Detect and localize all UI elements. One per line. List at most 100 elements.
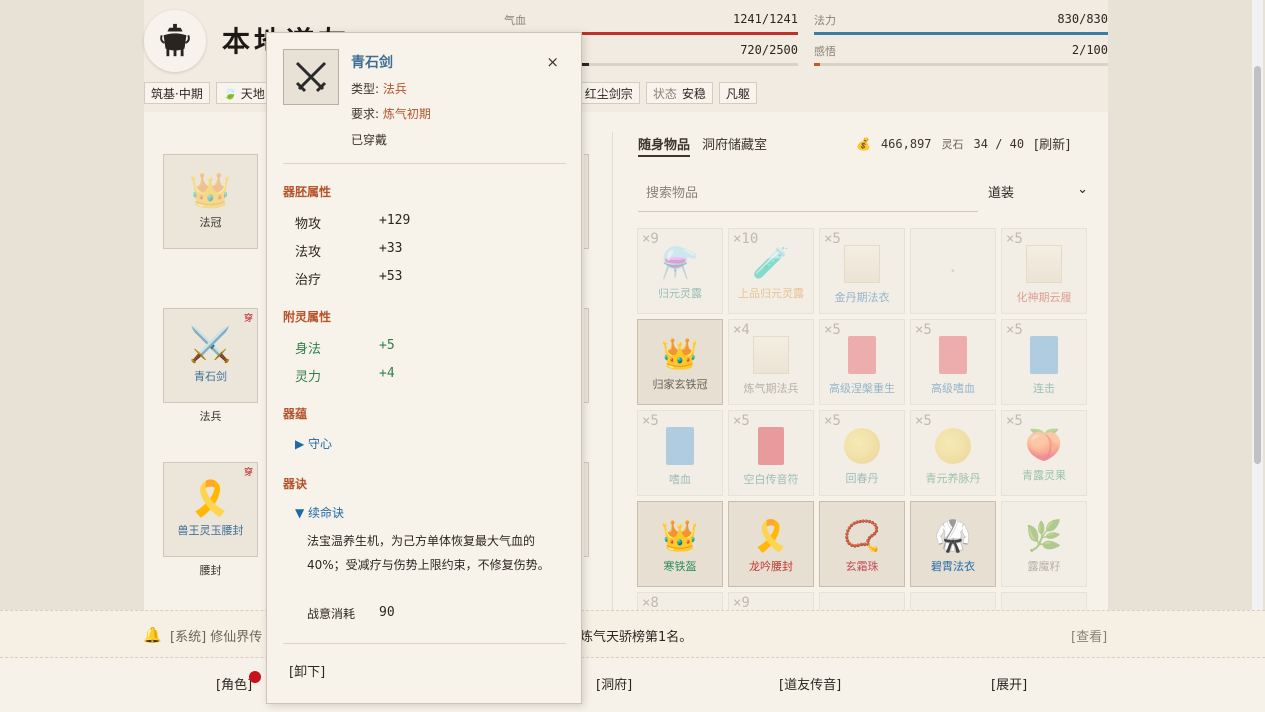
jue-collapse-toggle[interactable]: ▼ 续命诀 (295, 504, 344, 521)
ribbon-icon: 🎗️ (752, 519, 790, 554)
body-tag[interactable]: 凡躯 (718, 82, 757, 104)
worn-badge: 穿 (243, 468, 253, 478)
inventory-item[interactable]: 🥋 碧霄法衣 (910, 501, 996, 587)
tab-carry[interactable]: 随身物品 (638, 134, 691, 157)
hp-stat: 气血 1241/1241 (504, 12, 798, 28)
pill-icon (935, 428, 971, 464)
inventory-item[interactable]: ×5 化神期云履 (1001, 228, 1087, 314)
base-attr-title: 器胚属性 (283, 185, 332, 199)
equip-slot-crown[interactable]: 👑 法冠 (163, 154, 258, 249)
item-count: ×5 (824, 413, 841, 429)
realm-text: 筑基·中期 (151, 86, 203, 101)
tooltip-item-icon (283, 49, 339, 105)
equip-slot-edge[interactable] (584, 462, 589, 557)
nav-friends[interactable]: [道友传音] (779, 674, 841, 693)
cost-label: 战意消耗 (307, 607, 356, 621)
scroll-icon (1026, 245, 1062, 283)
inventory-item[interactable]: 🎗️ 龙吟腰封 (728, 501, 814, 587)
realm-tag[interactable]: 筑基·中期 (144, 82, 210, 104)
hp-value: 1241/1241 (732, 12, 798, 26)
inventory-item[interactable]: ×10 🧪 上品归元灵露 (728, 228, 814, 314)
cost-row: 战意消耗 90 (307, 605, 395, 622)
attr-row: 身法 +5 (295, 338, 395, 357)
inventory-item[interactable]: ×9 (728, 592, 814, 610)
item-name: 空白传音符 (743, 473, 799, 486)
attr-key: 灵力 (295, 370, 322, 385)
inventory-item[interactable]: ×5 空白传音符 (728, 410, 814, 496)
item-name: 嗜血 (669, 473, 691, 486)
attr-value: +53 (379, 269, 403, 284)
status-tag[interactable]: 状态 安稳 (645, 82, 713, 104)
inventory-item[interactable]: ×5 🍑 青露灵果 (1001, 410, 1087, 496)
item-name: 高级嗜血 (931, 382, 975, 395)
spirit-attr-title: 附灵属性 (283, 310, 332, 324)
divider (283, 643, 566, 644)
inventory-item[interactable]: ×5 嗜血 (637, 410, 723, 496)
chevron-down-icon: ⌄ (1077, 182, 1088, 197)
yun-title: 器蕴 (283, 407, 308, 421)
inventory-item[interactable]: ×5 青元养脉丹 (910, 410, 996, 496)
item-name: 金丹期法衣 (834, 291, 890, 304)
inventory-item[interactable] (819, 592, 905, 610)
inventory-item[interactable]: 🌿 露魔籽 (1001, 501, 1087, 587)
cauldron-icon (160, 23, 190, 57)
notice-view-button[interactable]: [查看] (1071, 626, 1107, 645)
equip-slot-edge[interactable] (584, 308, 589, 403)
inventory-item[interactable]: 👑 寒铁盔 (637, 501, 723, 587)
nav-dongfu[interactable]: [洞府] (596, 674, 632, 693)
book-blue-icon (1030, 336, 1058, 374)
nav-expand[interactable]: [展开] (991, 674, 1027, 693)
equip-slot-name: 法冠 (199, 215, 222, 229)
item-count: ×10 (733, 231, 759, 247)
search-input[interactable]: 搜索物品 (638, 176, 978, 212)
refresh-button[interactable]: [刷新] (1034, 134, 1070, 153)
inventory-item[interactable]: ×5 高级嗜血 (910, 319, 996, 405)
item-name: 高级涅槃重生 (829, 382, 895, 395)
inventory-item[interactable] (910, 592, 996, 610)
item-count: ×5 (642, 413, 659, 429)
jue-title: 器诀 (283, 477, 308, 491)
sect-tag[interactable]: 红尘剑宗 (577, 82, 640, 104)
inventory-item-empty[interactable]: • (910, 228, 996, 314)
inventory-item[interactable]: 📿 玄霜珠 (819, 501, 905, 587)
equip-slot-weapon[interactable]: 穿 ⚔️ 青石剑 (163, 308, 258, 403)
insight-bar (814, 63, 1108, 66)
inventory-item[interactable]: ×5 金丹期法衣 (819, 228, 905, 314)
mp-stat: 法力 830/830 (814, 12, 1108, 28)
nav-role[interactable]: [角色] (216, 674, 252, 693)
potion-icon: ⚗️ (661, 246, 699, 281)
filter-value: 道装 (988, 186, 1015, 201)
inventory-item[interactable]: ×4 炼气期法兵 (728, 319, 814, 405)
item-name: 露魔籽 (1027, 560, 1061, 573)
unequip-button[interactable]: [卸下] (289, 661, 325, 680)
inventory-item[interactable]: ×5 高级涅槃重生 (819, 319, 905, 405)
item-count: ×8 (642, 595, 659, 610)
filter-select[interactable]: 道装 ⌄ (988, 182, 1088, 201)
equip-slot-belt[interactable]: 穿 🎗️ 兽王灵玉腰封 (163, 462, 258, 557)
tooltip-item-name: 青石剑 (351, 55, 393, 71)
page-scrollbar-thumb[interactable] (1254, 66, 1261, 464)
yun-expand-toggle[interactable]: ▶ 守心 (295, 435, 332, 452)
sect-text: 红尘剑宗 (584, 86, 633, 101)
attr-value: +129 (379, 213, 411, 228)
inventory-item[interactable]: ×9 ⚗️ 归元灵露 (637, 228, 723, 314)
item-name: 碧霄法衣 (931, 560, 975, 573)
inventory-item[interactable]: ×8 (637, 592, 723, 610)
item-name: 寒铁盔 (663, 560, 697, 573)
inventory-item[interactable]: ×5 回春丹 (819, 410, 905, 496)
inventory-item[interactable]: ×5 连击 (1001, 319, 1087, 405)
inventory-item[interactable]: 👑 归家玄铁冠 (637, 319, 723, 405)
peach-icon: 🍑 (1025, 428, 1063, 463)
item-count: ×9 (642, 231, 659, 247)
item-count: ×5 (915, 413, 932, 429)
avatar[interactable] (144, 10, 206, 72)
equip-slot-edge[interactable] (584, 154, 589, 249)
robe-icon: 🥋 (934, 519, 972, 554)
crown-icon: 👑 (661, 337, 699, 372)
inventory-item[interactable] (1001, 592, 1087, 610)
root-tag[interactable]: 🍃 天地 (215, 82, 272, 104)
tab-storage[interactable]: 洞府储藏室 (702, 134, 767, 157)
close-icon[interactable]: × (546, 53, 559, 71)
book-blue-icon (666, 427, 694, 465)
divider (283, 163, 566, 164)
